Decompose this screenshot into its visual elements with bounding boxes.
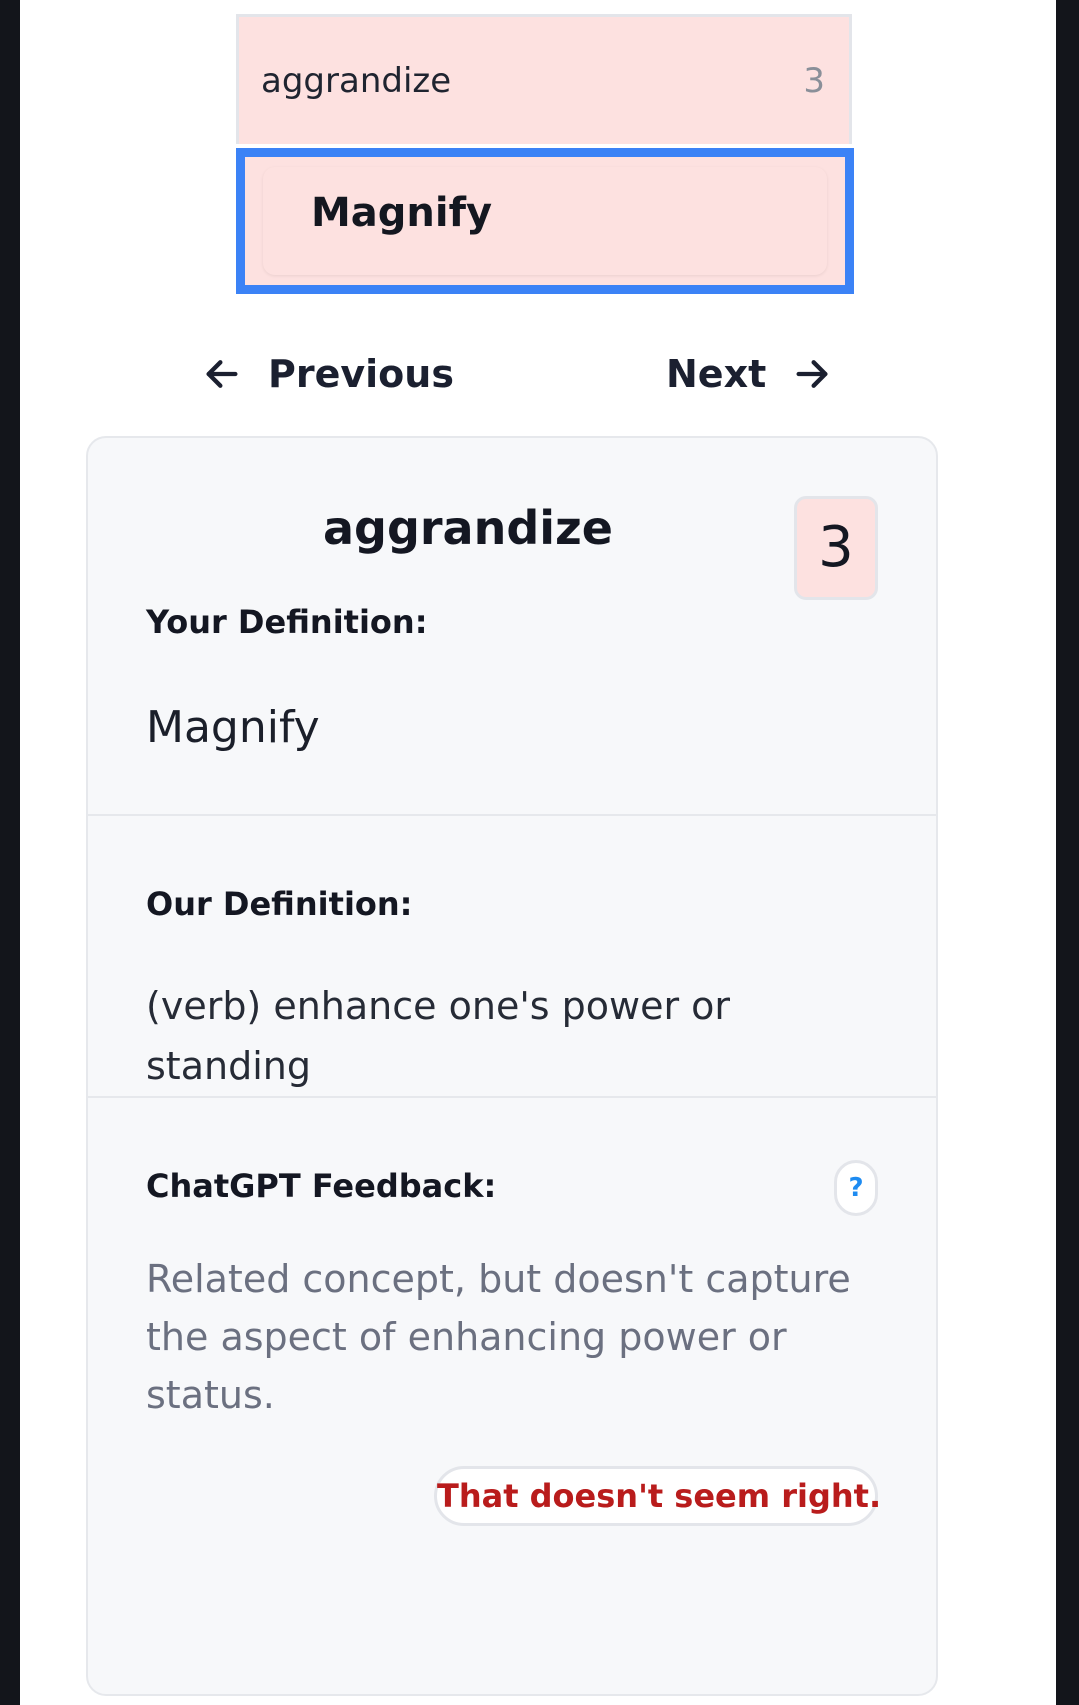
word-row[interactable]: aggrandize 3 <box>236 14 852 144</box>
our-definition-label: Our Definition: <box>146 885 413 923</box>
your-definition-label: Your Definition: <box>146 603 428 641</box>
report-feedback-button[interactable]: That doesn't seem right. <box>434 1466 881 1526</box>
card-title: aggrandize <box>322 501 614 555</box>
previous-button[interactable]: Previous <box>202 350 454 398</box>
page: aggrandize 3 Magnify Previous Next aggra… <box>20 0 1056 1705</box>
arrow-right-icon <box>796 360 828 388</box>
our-definition-text: (verb) enhance one's power or standing <box>146 984 731 1088</box>
your-definition-text: Magnify <box>146 702 320 753</box>
word-count: 3 <box>803 61 825 101</box>
next-button[interactable]: Next <box>666 350 832 398</box>
divider <box>88 1096 936 1098</box>
feedback-label: ChatGPT Feedback: <box>146 1167 497 1205</box>
question-icon: ? <box>848 1173 864 1203</box>
definition-input[interactable]: Magnify <box>236 148 854 294</box>
divider <box>88 814 936 816</box>
score-badge: 3 <box>794 496 878 600</box>
definition-input-value: Magnify <box>311 190 493 236</box>
previous-label: Previous <box>268 352 454 396</box>
feedback-text: Related concept, but doesn't capture the… <box>146 1257 851 1417</box>
help-button[interactable]: ? <box>834 1160 878 1216</box>
word-detail-card: aggrandize 3 Your Definition: Magnify Ou… <box>86 436 938 1696</box>
next-label: Next <box>666 352 767 396</box>
definition-input-inner[interactable]: Magnify <box>263 167 827 275</box>
arrow-left-icon <box>206 360 238 388</box>
word-text: aggrandize <box>261 61 452 101</box>
